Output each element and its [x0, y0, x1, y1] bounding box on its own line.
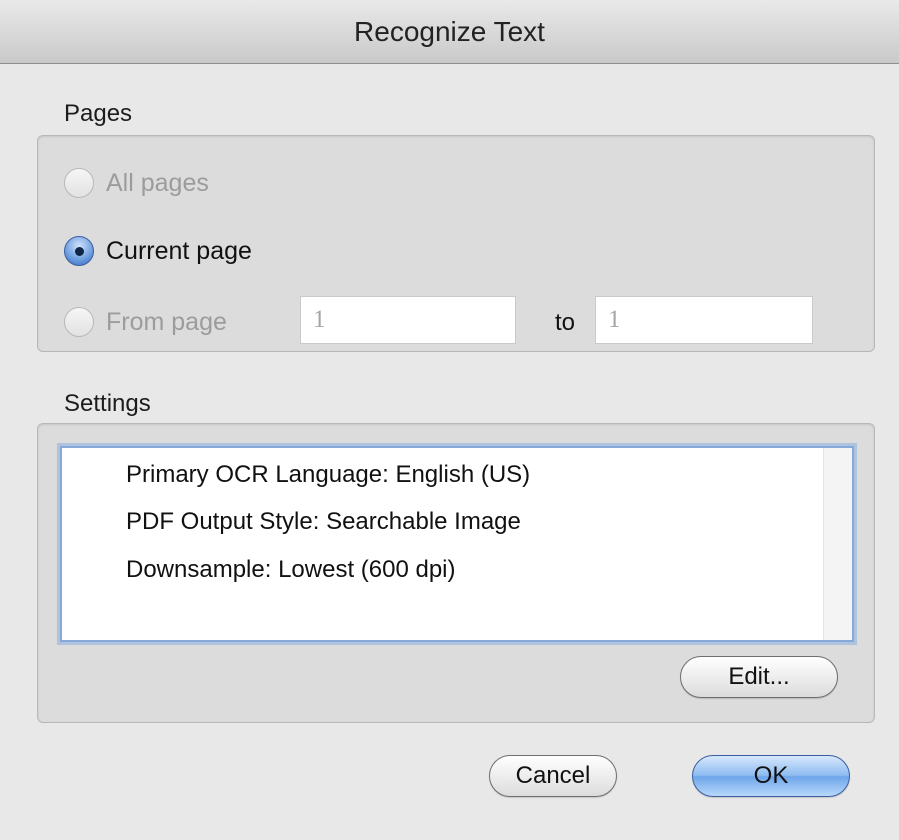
edit-button[interactable]: Edit... — [680, 656, 838, 698]
title-bar[interactable]: Recognize Text — [0, 0, 899, 64]
radio-label-all-pages: All pages — [106, 168, 209, 197]
settings-list[interactable]: Primary OCR Language: English (US) PDF O… — [60, 446, 854, 642]
pages-section-label: Pages — [64, 100, 133, 127]
list-item-downsample[interactable]: Downsample: Lowest (600 dpi) — [126, 556, 456, 584]
radio-all-pages[interactable]: All pages — [64, 165, 209, 201]
settings-section-label: Settings — [64, 390, 151, 417]
pages-panel: All pages Current page From page 1 to 1 — [37, 135, 875, 352]
radio-current-page[interactable]: Current page — [64, 233, 252, 269]
list-item-pdf-output-style[interactable]: PDF Output Style: Searchable Image — [126, 508, 521, 536]
window-title: Recognize Text — [354, 16, 545, 47]
settings-panel: Primary OCR Language: English (US) PDF O… — [37, 423, 875, 723]
radio-label-from-page: From page — [106, 307, 227, 336]
radio-label-current-page: Current page — [106, 236, 252, 265]
radio-button-unselected[interactable] — [64, 307, 94, 337]
scrollbar-track[interactable] — [823, 448, 852, 640]
cancel-button[interactable]: Cancel — [489, 755, 617, 797]
radio-button-unselected[interactable] — [64, 168, 94, 198]
ok-button[interactable]: OK — [692, 755, 850, 797]
to-page-input[interactable]: 1 — [595, 296, 813, 344]
to-label: to — [555, 309, 576, 336]
list-item-ocr-language[interactable]: Primary OCR Language: English (US) — [126, 461, 530, 489]
radio-from-page[interactable]: From page — [64, 304, 227, 340]
from-page-input[interactable]: 1 — [300, 296, 516, 344]
radio-button-selected[interactable] — [64, 236, 94, 266]
